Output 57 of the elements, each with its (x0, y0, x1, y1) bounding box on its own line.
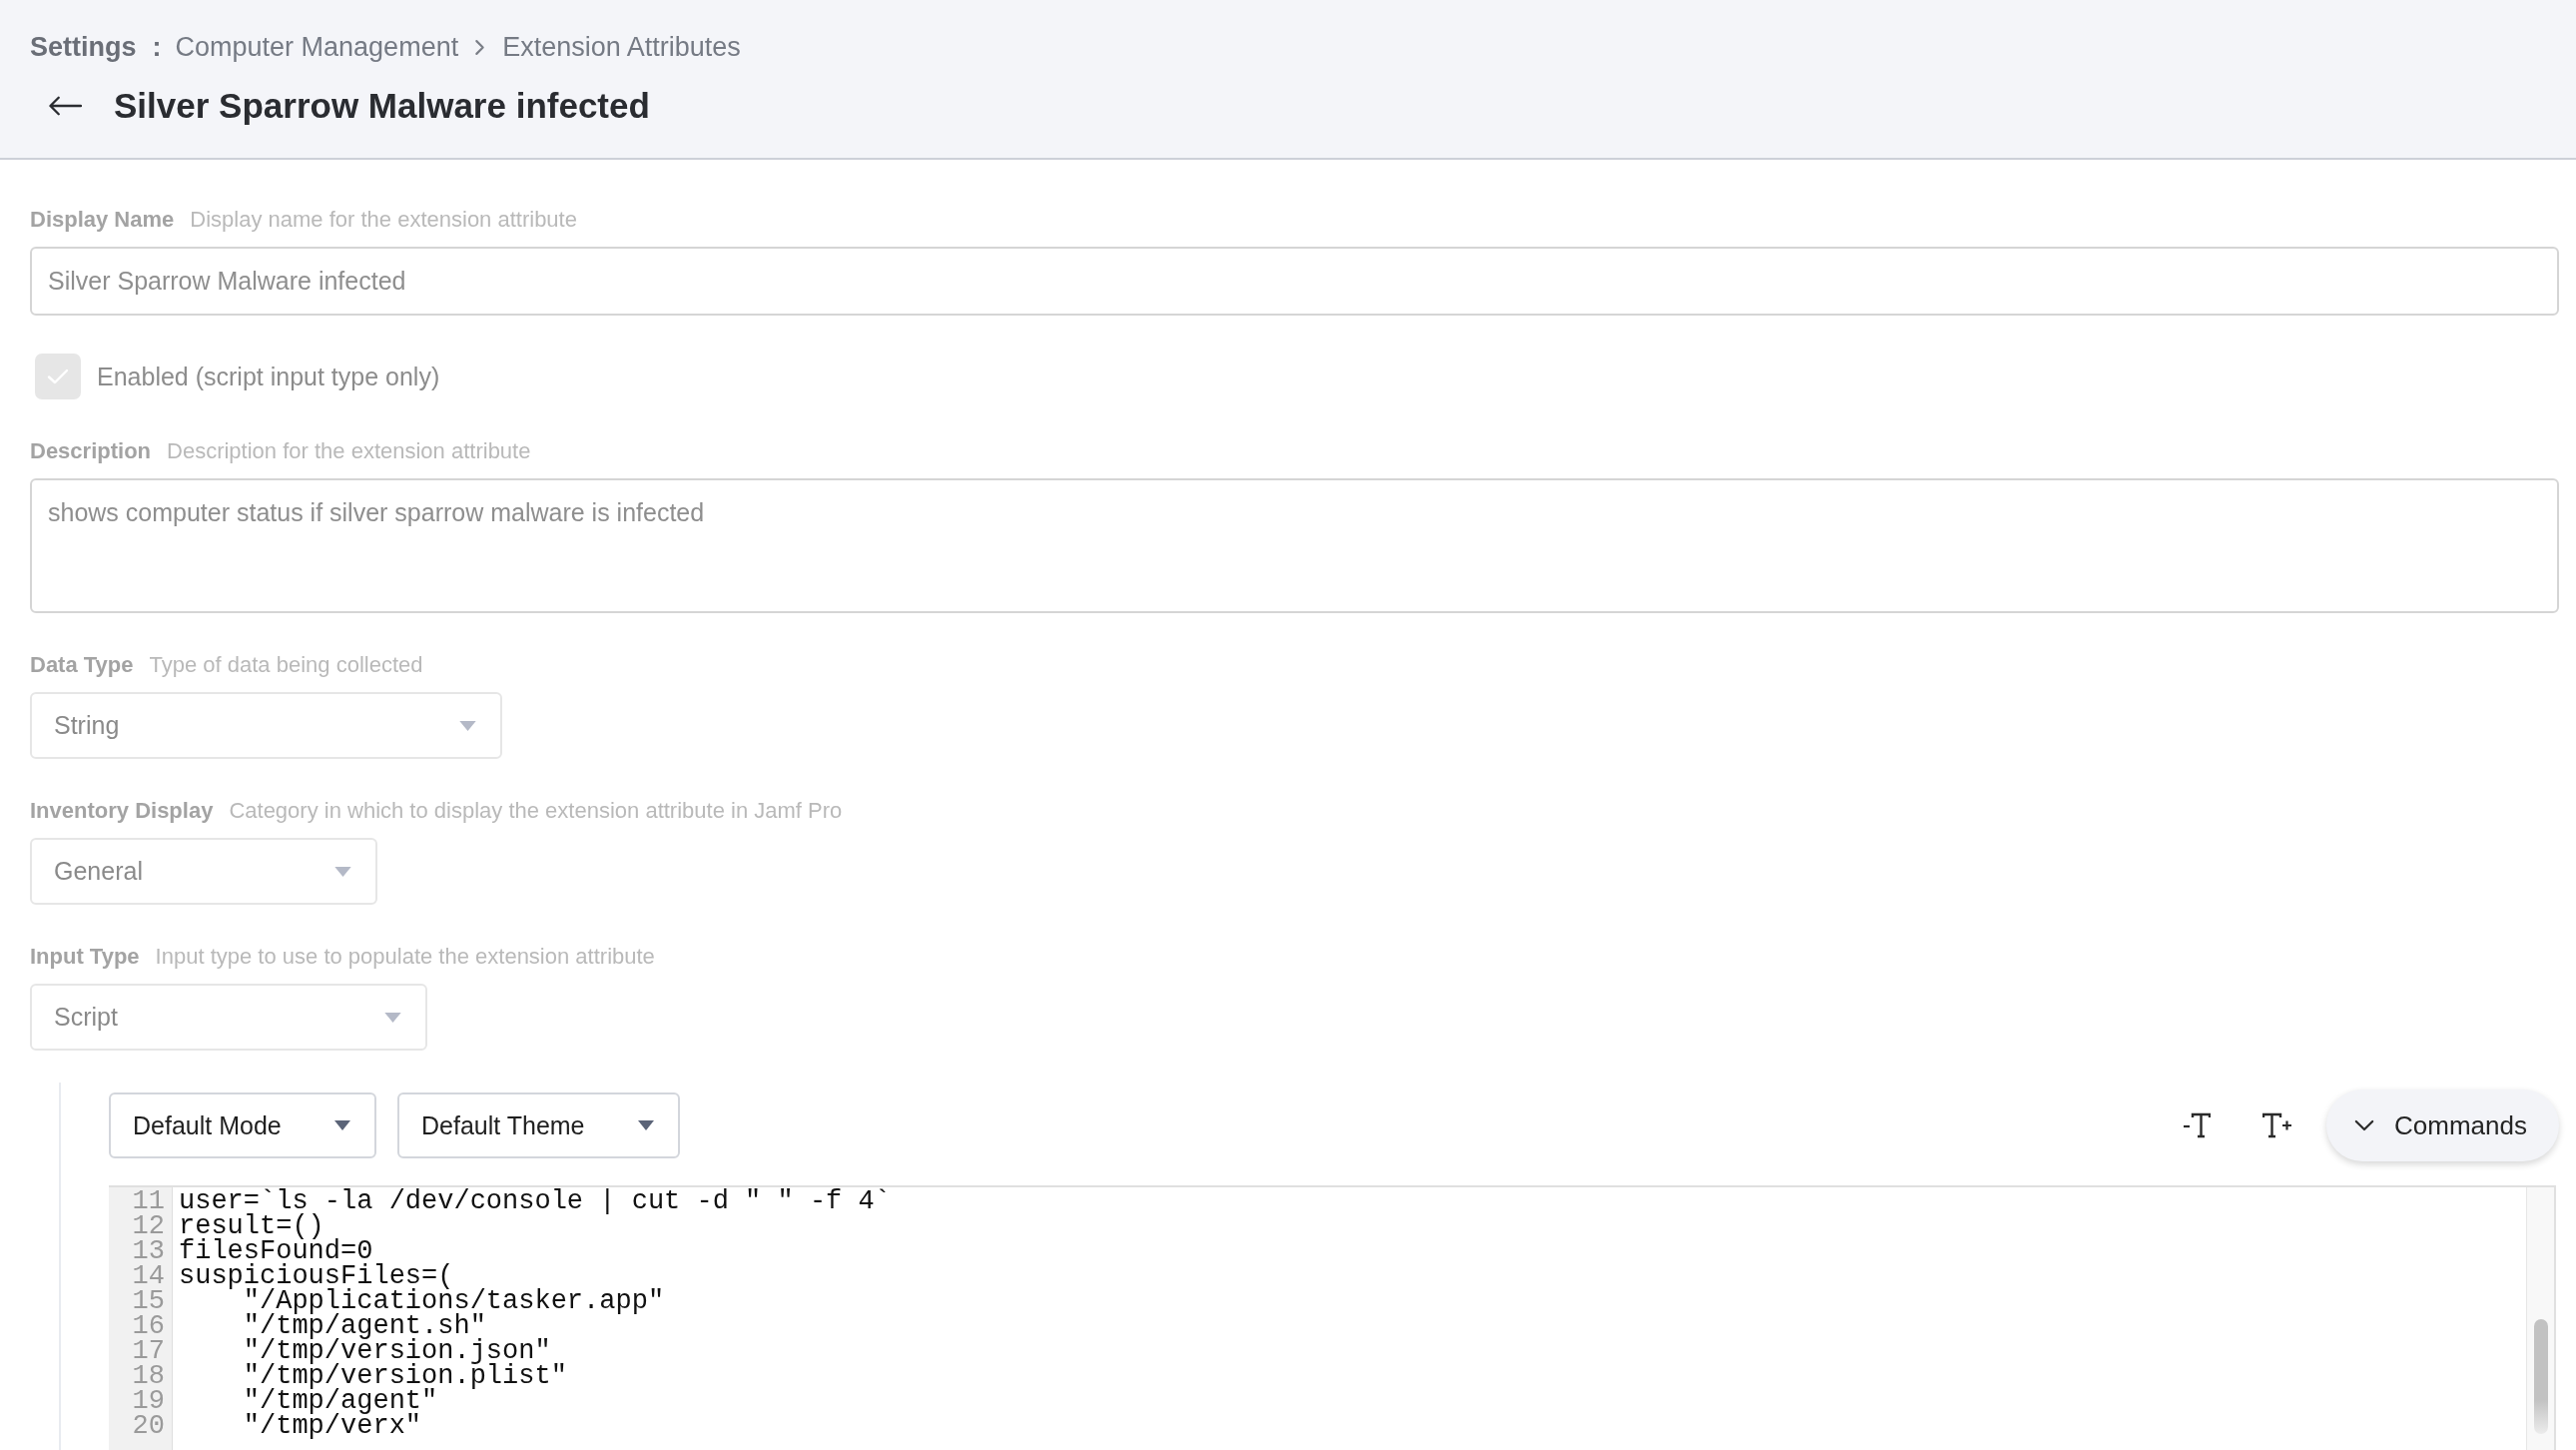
code-line: suspiciousFiles=( (179, 1264, 454, 1289)
line-number: 11 (131, 1189, 165, 1214)
code-line: user=`ls -la /dev/console | cut -d " " -f 4` (179, 1189, 892, 1214)
line-number: 19 (131, 1389, 165, 1414)
scrollbar-thumb[interactable] (2533, 1319, 2548, 1434)
caret-down-icon (384, 1012, 401, 1023)
code-line: "/tmp/agent" (242, 1389, 438, 1414)
t-plus-icon[interactable] (2262, 1112, 2293, 1138)
code-line: result=() (179, 1214, 324, 1239)
breadcrumb-link[interactable]: Extension Attributes (502, 31, 741, 63)
field-hint: Input type to use to populate the extension attribute (155, 944, 655, 970)
checkmark-icon (47, 368, 69, 384)
line-number: 20 (131, 1414, 165, 1439)
code-line: filesFound=0 (179, 1239, 373, 1264)
field-label: Description (30, 438, 152, 464)
breadcrumb-link[interactable]: Settings (30, 31, 137, 63)
code-line: "/tmp/agent.sh" (242, 1314, 486, 1339)
page-title: Silver Sparrow Malware infected (114, 86, 650, 126)
line-number: 16 (131, 1314, 165, 1339)
dropdown[interactable]: Script (30, 984, 427, 1051)
field-label: Inventory Display (30, 798, 214, 824)
breadcrumb-separator: : (152, 31, 162, 63)
mode-dropdown[interactable]: Default Mode (109, 1092, 376, 1158)
field-label: Data Type (30, 652, 134, 678)
text-field[interactable]: Silver Sparrow Malware infected (30, 247, 2559, 316)
line-number: 18 (131, 1364, 165, 1389)
field-hint: Category in which to display the extension attribute in Jamf Pro (229, 798, 843, 824)
code-line: "/tmp/version.json" (242, 1339, 551, 1364)
caret-down-icon (638, 1120, 654, 1130)
code-line: "/tmp/version.plist" (242, 1364, 568, 1389)
code-line: "/Applications/tasker.app" (243, 1289, 666, 1314)
back-arrow-icon[interactable] (49, 96, 82, 116)
chevron-right-icon (474, 38, 486, 56)
text-area[interactable]: shows computer status if silver sparrow malware is infected (30, 478, 2559, 613)
commands-button[interactable]: Commands (2326, 1089, 2559, 1161)
field-label: Input Type (30, 944, 140, 970)
line-number: 14 (131, 1264, 165, 1289)
line-number: 17 (131, 1339, 165, 1364)
line-number: 12 (131, 1214, 165, 1239)
dropdown[interactable]: String (30, 692, 502, 759)
field-label: Display Name (30, 207, 175, 233)
line-number: 15 (131, 1289, 165, 1314)
caret-down-icon (334, 1120, 350, 1130)
caret-down-icon (334, 866, 351, 877)
breadcrumb-link[interactable]: Computer Management (175, 31, 459, 63)
caret-down-icon (459, 720, 476, 731)
field-hint: Description for the extension attribute (167, 438, 531, 464)
code-line: "/tmp/verx" (242, 1414, 422, 1439)
line-number: 13 (131, 1239, 165, 1264)
field-hint: Type of data being collected (149, 652, 423, 678)
checkbox-label: Enabled (script input type only) (97, 362, 440, 391)
chevron-down-icon (2354, 1119, 2375, 1131)
field-hint: Display name for the extension attribute (190, 207, 577, 233)
theme-dropdown[interactable]: Default Theme (397, 1092, 680, 1158)
dropdown[interactable]: General (30, 838, 377, 905)
code-editor[interactable] (109, 1185, 2556, 1450)
t-minus-icon[interactable] (2183, 1112, 2212, 1138)
